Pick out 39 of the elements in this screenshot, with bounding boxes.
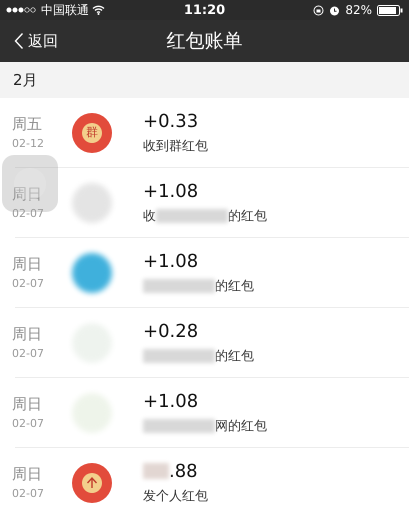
back-chevron-icon [14, 32, 24, 50]
packet-icon: 群 [72, 112, 112, 152]
date-label: 02-07 [12, 487, 45, 500]
date-label: 02-12 [12, 137, 45, 150]
date-label: 02-07 [12, 417, 45, 430]
date-label: 02-07 [12, 347, 45, 360]
description-text: 的红包 [215, 278, 254, 294]
rotation-lock-icon [313, 4, 324, 16]
weekday-label: 周日 [12, 325, 43, 344]
amount-text: .88 [169, 460, 198, 482]
description-text: 网的红包 [215, 418, 267, 434]
page-title: 红包账单 [166, 29, 242, 54]
amount-text: +1.08 [143, 180, 198, 202]
weekday-label: 周日 [12, 185, 43, 204]
wifi-icon [92, 5, 105, 15]
description-text: 发个人红包 [143, 488, 208, 504]
weekday-label: 周五 [12, 115, 43, 134]
weekday-label: 周日 [12, 465, 43, 484]
description-text: 收到群红包 [143, 138, 208, 154]
battery-percent: 82% [345, 3, 372, 17]
description-text: 收 [143, 208, 156, 224]
amount-text: +1.08 [143, 390, 198, 412]
amount-text: +1.08 [143, 250, 198, 272]
clock-time: 11:20 [184, 2, 226, 18]
back-button[interactable]: 返回 [0, 20, 66, 62]
description-text: 的红包 [228, 208, 267, 224]
carrier-name: 中国联通 [41, 2, 89, 18]
signal-icon [6, 7, 38, 13]
date-label: 02-07 [12, 207, 45, 220]
description-text: 的红包 [215, 348, 254, 364]
weekday-label: 周日 [12, 255, 43, 274]
battery-icon [377, 4, 404, 16]
alarm-icon [329, 4, 340, 16]
amount-text: +0.33 [143, 110, 198, 132]
weekday-label: 周日 [12, 395, 43, 414]
packet-icon [72, 462, 112, 502]
amount-text: +0.28 [143, 320, 198, 342]
month-header: 2月 [13, 70, 38, 90]
date-label: 02-07 [12, 277, 45, 290]
